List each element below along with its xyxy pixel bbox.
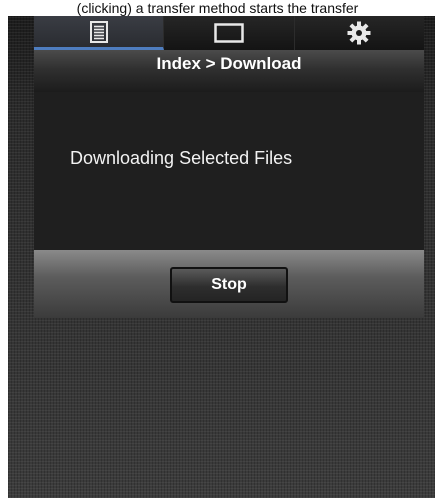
tab-screen[interactable] [164,16,295,50]
status-message: Downloading Selected Files [70,148,293,168]
caption-text: (clicking) a transfer method starts the … [76,0,359,16]
download-panel: Index > Download Downloading Selected Fi… [34,50,424,318]
stop-button[interactable]: Stop [170,267,288,303]
gear-icon [347,21,371,45]
tab-index[interactable] [34,16,165,50]
content-area: Downloading Selected Files [34,92,424,250]
document-list-icon [89,20,108,43]
button-bar: Stop [34,250,424,318]
screen-icon [214,23,244,43]
device-screen: Index > Download Downloading Selected Fi… [8,16,435,498]
breadcrumb: Index > Download [34,50,424,92]
tab-settings[interactable] [294,16,424,50]
tab-bar [34,16,424,50]
